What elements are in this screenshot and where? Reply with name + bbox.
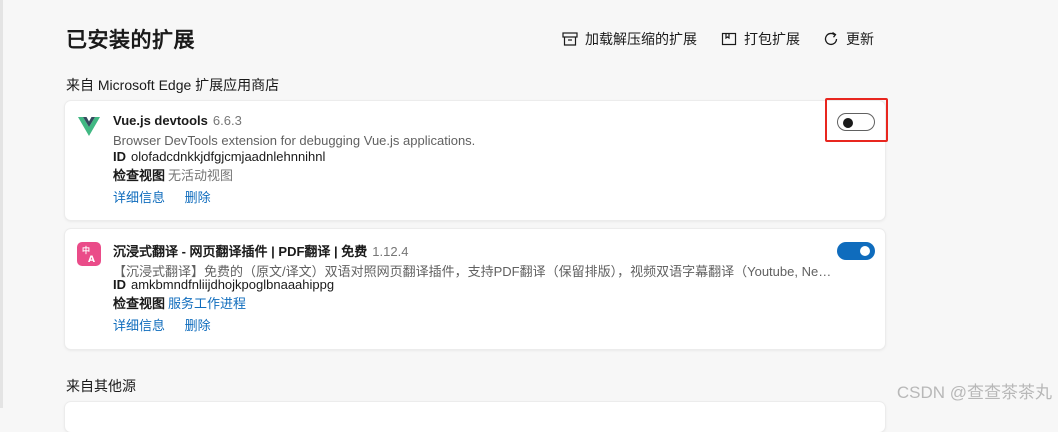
extension-id: ID amkbmndfnliijdhojkpoglbnaaahippg [113, 277, 335, 292]
left-edge-strip [0, 0, 3, 408]
enable-toggle[interactable] [837, 242, 875, 260]
store-section-title: 来自 Microsoft Edge 扩展应用商店 [66, 77, 280, 93]
update-button[interactable]: 更新 [822, 28, 874, 50]
load-unpacked-button[interactable]: 加载解压缩的扩展 [561, 28, 697, 50]
watermark: CSDN @查查茶茶丸 [896, 383, 1052, 402]
archive-icon [562, 32, 578, 46]
details-link[interactable]: 详细信息 [113, 190, 165, 205]
other-sources-section-title: 来自其他源 [66, 378, 136, 394]
extension-card-immersive-translate: 中 A 沉浸式翻译 - 网页翻译插件 | PDF翻译 | 免费 1.12.4 【沉… [65, 229, 885, 349]
svg-text:中: 中 [82, 245, 90, 255]
extension-name: Vue.js devtools 6.6.3 [113, 113, 242, 128]
extension-name: 沉浸式翻译 - 网页翻译插件 | PDF翻译 | 免费 1.12.4 [113, 244, 409, 259]
package-icon [721, 32, 737, 46]
extension-version: 6.6.3 [212, 113, 242, 128]
immersive-translate-icon: 中 A [77, 242, 101, 266]
extension-card-vue-devtools: Vue.js devtools 6.6.3 Browser DevTools ex… [65, 101, 885, 220]
extension-inspect-views: 检查视图 服务工作进程 [113, 296, 247, 311]
extension-inspect-views: 检查视图 无活动视图 [113, 168, 234, 183]
extension-description: Browser DevTools extension for debugging… [113, 133, 476, 148]
details-link[interactable]: 详细信息 [113, 318, 165, 333]
toggle-knob [860, 246, 870, 256]
red-highlight-box [825, 98, 888, 142]
load-unpacked-label: 加载解压缩的扩展 [585, 31, 697, 47]
extension-id: ID olofadcdnkkjdfgjcmjaadnlehnnihnl [113, 149, 326, 164]
svg-text:A: A [88, 255, 95, 265]
inspect-view-value: 无活动视图 [168, 168, 234, 183]
page-title: 已安装的扩展 [66, 29, 195, 52]
pack-extension-button[interactable]: 打包扩展 [720, 28, 800, 50]
remove-link[interactable]: 删除 [185, 318, 211, 333]
extension-version: 1.12.4 [372, 244, 409, 259]
vue-logo-icon [78, 117, 100, 136]
update-label: 更新 [846, 31, 874, 47]
service-worker-link[interactable]: 服务工作进程 [168, 296, 246, 311]
remove-link[interactable]: 删除 [185, 190, 211, 205]
pack-extension-label: 打包扩展 [744, 31, 800, 47]
extension-card-other [65, 402, 885, 432]
refresh-icon [824, 31, 838, 46]
